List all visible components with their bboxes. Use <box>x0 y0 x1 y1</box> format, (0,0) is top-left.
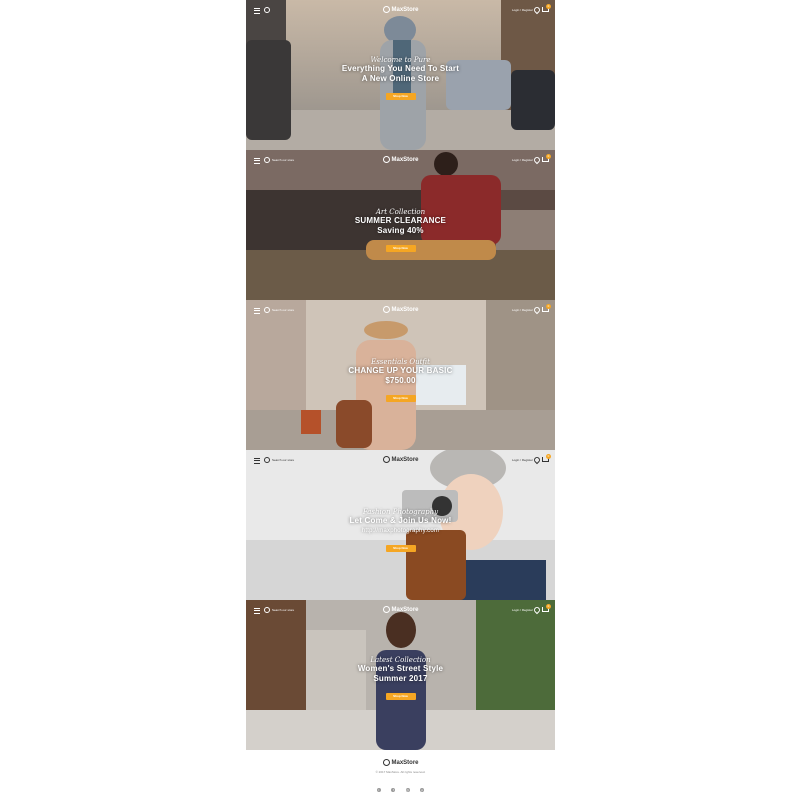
hero-headline-line-2: Saving 40% <box>377 226 424 235</box>
hero-headline-line-2: A New Online Store <box>361 74 440 83</box>
hero-headline-line-2: $750.00 <box>385 376 416 385</box>
pinterest-icon[interactable]: p <box>420 788 425 792</box>
site-footer: MaxStore © 2017 MaxStore. All rights res… <box>246 750 555 800</box>
hero-script-title: Fashion Photography <box>362 508 439 516</box>
hero-text: Art Collection SUMMER CLEARANCE Saving 4… <box>246 208 555 254</box>
hero-script-title: Welcome to Pure <box>370 56 431 64</box>
menu-icon[interactable] <box>254 308 260 314</box>
site-header: MaxStore Login / Register 0 <box>246 0 555 20</box>
shop-now-button[interactable]: Shop Now <box>385 395 416 402</box>
hero-headline-line-1: Everything You Need To Start <box>341 64 460 73</box>
brand-name: MaxStore <box>391 760 419 767</box>
account-link[interactable]: Login / Register <box>512 158 533 162</box>
heart-icon[interactable] <box>532 455 542 465</box>
heart-icon[interactable] <box>532 605 542 615</box>
brand-name: MaxStore <box>391 7 419 14</box>
twitter-icon[interactable]: t <box>376 788 381 792</box>
hero-text: Fashion Photography Let Come & Join Us N… <box>246 508 555 554</box>
menu-icon[interactable] <box>254 458 260 464</box>
brand-logo[interactable]: MaxStore <box>382 6 419 14</box>
account-link[interactable]: Login / Register <box>512 308 533 312</box>
menu-icon[interactable] <box>254 8 260 14</box>
hero-headline-line-1: SUMMER CLEARANCE <box>354 216 447 225</box>
hero-slide-5: Search our store MaxStore Login / Regist… <box>246 600 555 750</box>
instagram-icon[interactable]: ◎ <box>405 788 410 792</box>
cart-count-badge: 0 <box>546 604 551 609</box>
cart-count-badge: 0 <box>546 304 551 309</box>
shop-now-button[interactable]: Shop Now <box>385 245 416 252</box>
cart-count-badge: 0 <box>546 154 551 159</box>
hero-slide-3: Search our store MaxStore Login / Regist… <box>246 300 555 450</box>
hero-headline-line-2: Summer 2017 <box>373 674 428 683</box>
site-header: Search our store MaxStore Login / Regist… <box>246 450 555 470</box>
cart-count-badge: 0 <box>546 4 551 9</box>
logo-mark-icon <box>382 6 390 13</box>
brand-logo[interactable]: MaxStore <box>382 306 419 314</box>
hero-text: Essentials Outfit CHANGE UP YOUR BASIC $… <box>246 358 555 404</box>
shop-now-button[interactable]: Shop Now <box>385 693 416 700</box>
facebook-icon[interactable]: f <box>391 788 396 792</box>
social-links: t f ◎ p <box>246 778 555 796</box>
brand-name: MaxStore <box>391 307 419 314</box>
brand-logo[interactable]: MaxStore <box>382 156 419 164</box>
brand-name: MaxStore <box>391 457 419 464</box>
hero-script-title: Art Collection <box>375 208 426 216</box>
account-link[interactable]: Login / Register <box>512 8 533 12</box>
search-icon[interactable] <box>264 607 270 613</box>
hero-slide-4: Search our store MaxStore Login / Regist… <box>246 450 555 600</box>
heart-icon[interactable] <box>532 5 542 15</box>
hero-headline-line-1: Women's Street Style <box>357 664 444 673</box>
shop-now-button[interactable]: Shop Now <box>385 93 416 100</box>
search-icon[interactable] <box>264 457 270 463</box>
template-preview-strip: MaxStore Login / Register 0 Welcome to P… <box>246 0 555 750</box>
logo-mark-icon <box>382 606 390 613</box>
search-input[interactable]: Search our store <box>272 306 306 314</box>
hero-headline-line-1: Let Come & Join Us Now! <box>349 516 452 525</box>
shop-now-button[interactable]: Shop Now <box>385 545 416 552</box>
hero-text: Latest Collection Women's Street Style S… <box>246 656 555 702</box>
menu-icon[interactable] <box>254 608 260 614</box>
account-link[interactable]: Login / Register <box>512 458 533 462</box>
hero-script-title: Latest Collection <box>370 656 431 664</box>
heart-icon[interactable] <box>532 305 542 315</box>
hero-slide-1: MaxStore Login / Register 0 Welcome to P… <box>246 0 555 150</box>
brand-name: MaxStore <box>391 157 419 164</box>
logo-mark-icon <box>382 156 390 163</box>
search-icon[interactable] <box>264 7 270 13</box>
hero-script-title: Essentials Outfit <box>371 358 430 366</box>
logo-mark-icon <box>382 306 390 313</box>
hero-headline-line-1: CHANGE UP YOUR BASIC <box>348 366 453 375</box>
search-input[interactable]: Search our store <box>272 456 306 464</box>
search-input[interactable]: Search our store <box>272 156 306 164</box>
hero-slide-2: Search our store MaxStore Login / Regist… <box>246 150 555 300</box>
footer-logo[interactable]: MaxStore <box>382 759 419 767</box>
search-icon[interactable] <box>264 157 270 163</box>
brand-logo[interactable]: MaxStore <box>382 456 419 464</box>
logo-mark-icon <box>382 759 390 766</box>
brand-name: MaxStore <box>391 607 419 614</box>
brand-logo[interactable]: MaxStore <box>382 606 419 614</box>
heart-icon[interactable] <box>532 155 542 165</box>
search-input[interactable]: Search our store <box>272 606 306 614</box>
site-header: Search our store MaxStore Login / Regist… <box>246 300 555 320</box>
menu-icon[interactable] <box>254 158 260 164</box>
search-icon[interactable] <box>264 307 270 313</box>
hero-headline-line-2: http://maxphotography.com <box>361 528 440 534</box>
logo-mark-icon <box>382 456 390 463</box>
cart-count-badge: 0 <box>546 454 551 459</box>
site-header: Search our store MaxStore Login / Regist… <box>246 600 555 620</box>
account-link[interactable]: Login / Register <box>512 608 533 612</box>
site-header: Search our store MaxStore Login / Regist… <box>246 150 555 170</box>
hero-text: Welcome to Pure Everything You Need To S… <box>246 56 555 102</box>
footer-copyright: © 2017 MaxStore. All rights reserved. <box>375 770 426 774</box>
